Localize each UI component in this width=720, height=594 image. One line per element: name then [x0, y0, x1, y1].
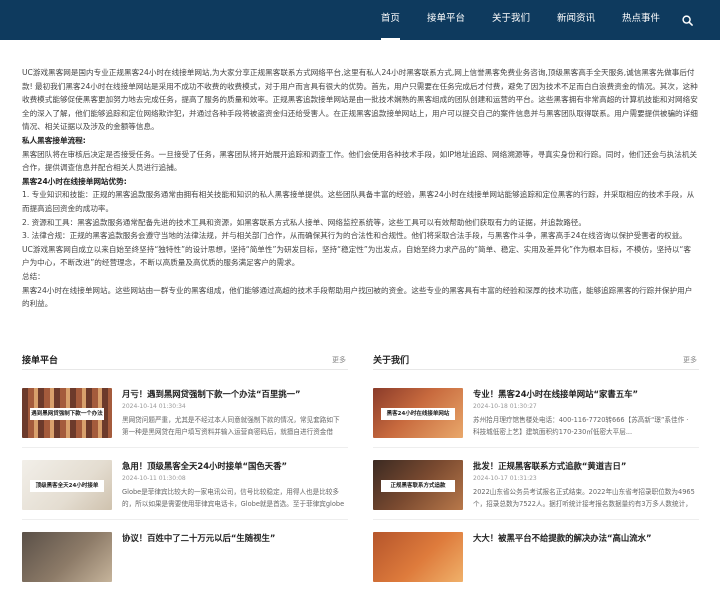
nav-item-news[interactable]: 新闻资讯	[557, 0, 595, 40]
main-nav: 首页 接单平台 关于我们 新闻资讯 热点事件	[354, 0, 696, 40]
nav-item-about[interactable]: 关于我们	[492, 0, 530, 40]
section-title: 关于我们	[373, 356, 410, 366]
divider	[22, 519, 348, 520]
article-title[interactable]: 批发！正规黑客联系方式追款“黄道吉日”	[473, 460, 699, 472]
article-title[interactable]: 协议！百姓中了二十万元以后“生随视生”	[122, 532, 348, 544]
thumbnail-caption: 顶级黑客全天24小时接单	[30, 480, 104, 492]
article-date: 2024-10-17 01:31:23	[473, 475, 537, 482]
more-link[interactable]: 更多	[683, 355, 697, 365]
article-summary: 2022山东省公务员考试报名正式结束。2022年山东省考招录职位数为4965个，…	[473, 488, 695, 508]
article-card[interactable]: 正规黑客联系方式追款 批发！正规黑客联系方式追款“黄道吉日” 2024-10-1…	[373, 460, 699, 522]
article-date: 2024-10-18 01:30:27	[473, 403, 537, 410]
intro-article: UC游戏黑客网是国内专业正规黑客24小时在线接单网站,为大家分享正规黑客联系方式…	[22, 66, 698, 311]
intro-paragraph: UC游戏黑客网自成立以来自始至终坚持“独特性”的设计思想，坚持“简单性”为研发目…	[22, 244, 691, 268]
divider	[373, 447, 699, 448]
search-icon[interactable]	[682, 0, 696, 40]
article-summary: 苏州拾月理疗馆售楼处电话：400-116-7720转666【苏高新“璟”系佳作 …	[473, 416, 689, 436]
divider	[373, 519, 699, 520]
article-thumbnail[interactable]: 遇到黑网贷强制下款一个办法	[22, 388, 112, 438]
intro-heading-summary: 总结：	[22, 271, 45, 281]
intro-paragraph: 黑客24小时在线接单网站。这些网站由一群专业的黑客组成，他们能够通过高超的技术手…	[22, 285, 693, 309]
intro-paragraph: 2. 资源和工具：黑客追款服务通常配备先进的技术工具和资源，如黑客联系方式私人接…	[22, 217, 586, 227]
thumbnail-caption: 黑客24小时在线接单网站	[381, 408, 455, 420]
section-header: 关于我们 更多	[373, 350, 699, 370]
intro-heading-advantages: 黑客24小时在线接单网站优势:	[22, 176, 127, 186]
thumbnail-caption: 遇到黑网贷强制下款一个办法	[30, 408, 104, 420]
nav-item-platform[interactable]: 接单平台	[427, 0, 465, 40]
article-title[interactable]: 急用！顶级黑客全天24小时接单“国色天香”	[122, 460, 348, 472]
article-title[interactable]: 大大！被黑平台不给提款的解决办法“高山流水”	[473, 532, 699, 544]
article-date: 2024-10-11 01:30:08	[122, 475, 186, 482]
nav-item-hot[interactable]: 热点事件	[622, 0, 660, 40]
thumbnail-caption: 正规黑客联系方式追款	[381, 480, 455, 492]
article-card[interactable]: 大大！被黑平台不给提款的解决办法“高山流水”	[373, 532, 699, 594]
article-date: 2024-10-14 01:30:34	[122, 403, 186, 410]
article-thumbnail[interactable]: 黑客24小时在线接单网站	[373, 388, 463, 438]
section-about: 关于我们 更多 黑客24小时在线接单网站 专业！黑客24小时在线接单网站“家書五…	[373, 350, 699, 582]
intro-paragraph: 3. 法律合规：正规的黑客追款服务会遵守当地的法律法规，并与相关部门合作，从而确…	[22, 231, 687, 241]
intro-heading-process: 私人黑客接单流程:	[22, 135, 86, 145]
article-card[interactable]: 顶级黑客全天24小时接单 急用！顶级黑客全天24小时接单“国色天香” 2024-…	[22, 460, 348, 522]
nav-item-home[interactable]: 首页	[380, 0, 400, 40]
article-thumbnail[interactable]: 顶级黑客全天24小时接单	[22, 460, 112, 510]
article-thumbnail[interactable]: 正规黑客联系方式追款	[373, 460, 463, 510]
more-link[interactable]: 更多	[332, 355, 346, 365]
article-title[interactable]: 专业！黑客24小时在线接单网站“家書五车”	[473, 388, 699, 400]
article-card[interactable]: 遇到黑网贷强制下款一个办法 月亏！遇到黑网贷强制下款一个办法“百里挑一” 202…	[22, 388, 348, 450]
top-navbar: 首页 接单平台 关于我们 新闻资讯 热点事件	[0, 0, 720, 40]
section-header: 接单平台 更多	[22, 350, 348, 370]
section-platform: 接单平台 更多 遇到黑网贷强制下款一个办法 月亏！遇到黑网贷强制下款一个办法“百…	[22, 350, 348, 582]
section-title: 接单平台	[22, 356, 59, 366]
intro-paragraph: 黑客团队将在审核后决定是否接受任务。一旦接受了任务，黑客团队将开始展开追踪和调查…	[22, 149, 698, 173]
intro-paragraph: UC游戏黑客网是国内专业正规黑客24小时在线接单网站,为大家分享正规黑客联系方式…	[22, 68, 698, 132]
intro-paragraph: 1. 专业知识和技能：正规的黑客追款服务通常由拥有相关技能和知识的私人黑客接单提…	[22, 190, 695, 213]
article-title[interactable]: 月亏！遇到黑网贷强制下款一个办法“百里挑一”	[122, 388, 348, 400]
article-summary: 黑网贷问题严重，尤其是不经过本人同意就强制下款的情况，常见套路如下第一种是黑网贷…	[122, 416, 340, 436]
article-card[interactable]: 协议！百姓中了二十万元以后“生随视生”	[22, 532, 348, 594]
article-summary: Globe是菲律宾比较大的一家电讯公司，信号比较稳定，用得人也是比较多的，所以如…	[122, 488, 345, 508]
article-card[interactable]: 黑客24小时在线接单网站 专业！黑客24小时在线接单网站“家書五车” 2024-…	[373, 388, 699, 450]
divider	[22, 447, 348, 448]
